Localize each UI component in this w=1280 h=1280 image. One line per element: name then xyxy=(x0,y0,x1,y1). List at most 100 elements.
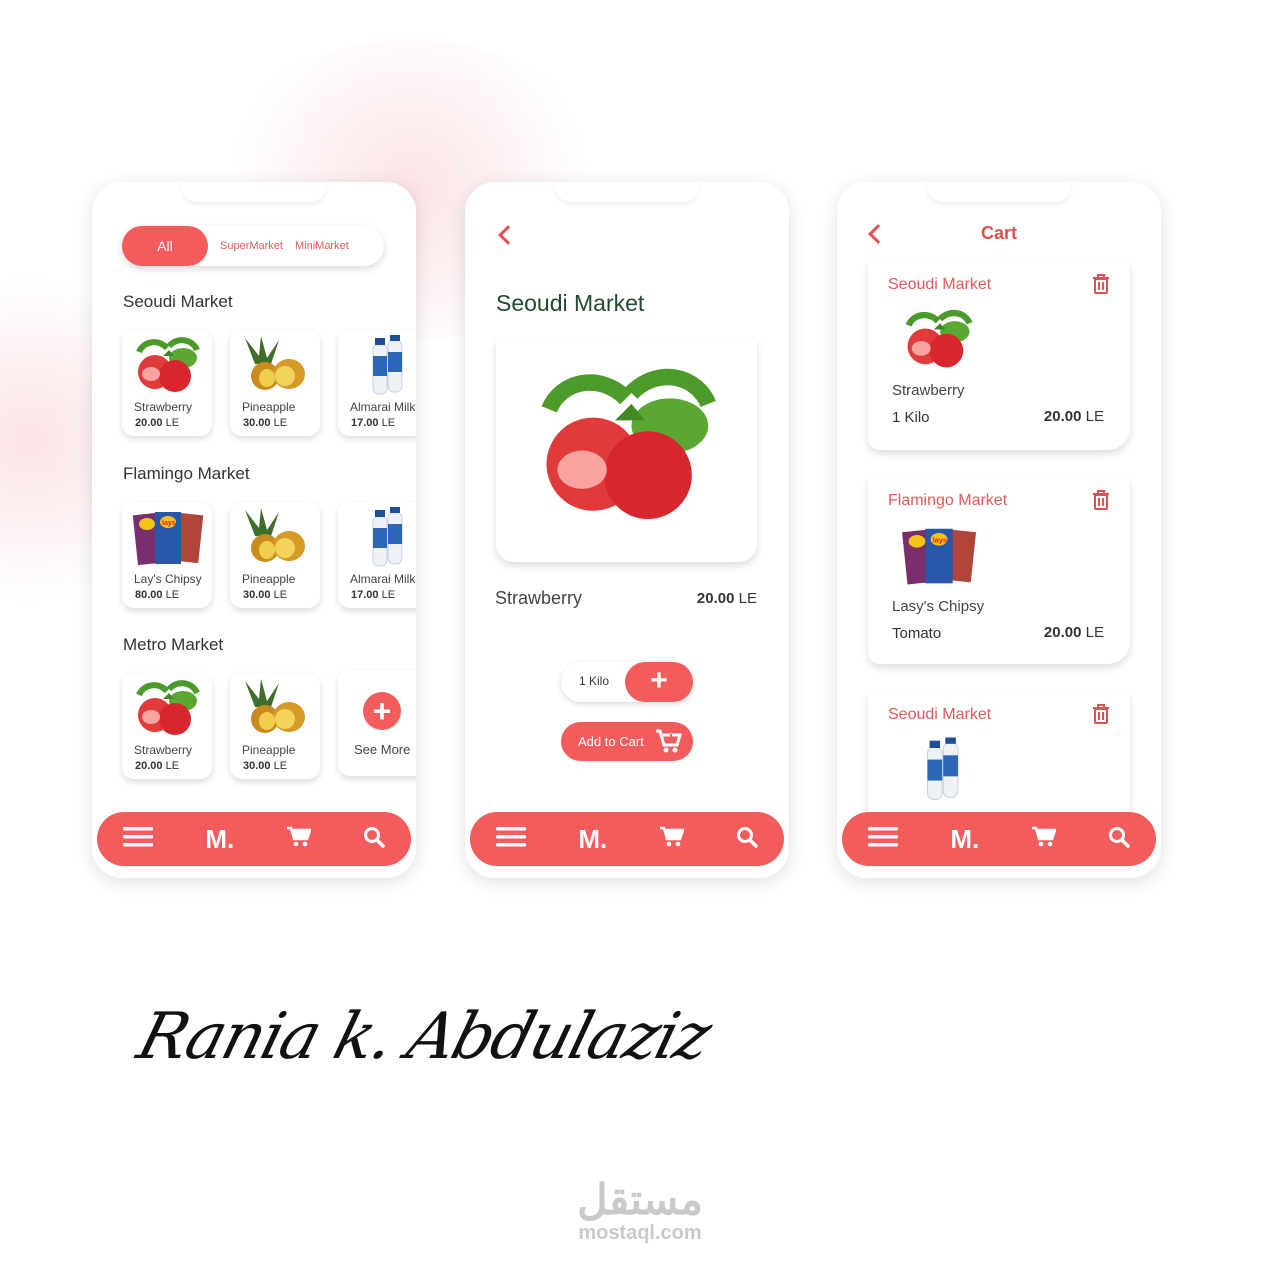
product-price: 20.00 LE xyxy=(135,417,180,429)
section-title: Flamingo Market xyxy=(123,464,250,483)
cart-item: Flamingo Market lays Lasy's Chipsy Tomato… xyxy=(868,478,1130,664)
chips-image: lays xyxy=(896,522,980,588)
signature: Rania k. Abdulaziz xyxy=(130,1000,718,1074)
cart-item-market: Seoudi Market xyxy=(888,276,992,293)
cart-item-market: Flamingo Market xyxy=(888,492,1008,509)
notch xyxy=(927,182,1071,202)
pineapple-image xyxy=(235,677,315,739)
chips-image: lays xyxy=(127,506,207,568)
watermark: مستقل mostaql.com xyxy=(540,1178,740,1245)
watermark-latin: mostaql.com xyxy=(578,1222,702,1244)
cart-screen: Cart Seoudi Market Strawberry 1 Kilo 20.… xyxy=(837,182,1161,878)
milk-image xyxy=(343,506,416,568)
trash-icon[interactable] xyxy=(1092,704,1110,729)
cart-icon[interactable] xyxy=(659,826,685,853)
cart-item: Seoudi Market xyxy=(868,692,1130,832)
product-card[interactable]: Strawberry 20.00 LE xyxy=(122,330,212,436)
product-name: Almarai Milk xyxy=(350,572,416,586)
watermark-arabic: مستقل xyxy=(577,1176,703,1223)
product-detail-screen: Seoudi Market Strawberry 20.00 LE 1 Kilo… xyxy=(465,182,789,878)
pineapple-image xyxy=(235,334,315,396)
product-price: 20.00 LE xyxy=(697,590,757,607)
trash-icon[interactable] xyxy=(1092,490,1110,515)
trash-icon[interactable] xyxy=(1092,274,1110,299)
cart-icon[interactable] xyxy=(286,826,312,853)
strawberry-image xyxy=(896,306,980,372)
cart-item-qty: Tomato xyxy=(892,625,942,642)
product-price: 30.00 LE xyxy=(243,417,288,429)
product-name: Pineapple xyxy=(242,400,296,414)
strawberry-image xyxy=(127,677,207,739)
product-card[interactable]: Pineapple 30.00 LE xyxy=(230,330,320,436)
notch xyxy=(182,182,326,202)
add-to-cart-button[interactable]: Add to Cart xyxy=(561,722,693,761)
menu-icon[interactable] xyxy=(868,826,899,853)
section-title: Metro Market xyxy=(123,635,224,654)
product-name: Strawberry xyxy=(495,588,583,608)
product-card[interactable]: Almarai Milk 17.00 LE xyxy=(338,502,416,608)
cart-item: Seoudi Market Strawberry 1 Kilo 20.00 LE xyxy=(868,262,1130,450)
product-price: 30.00 LE xyxy=(243,589,288,601)
bottom-nav: M. xyxy=(97,812,411,866)
cart-plus-icon xyxy=(655,728,683,759)
milk-image xyxy=(343,334,416,396)
product-price: 17.00 LE xyxy=(351,589,396,601)
product-image-card xyxy=(496,340,757,562)
home-logo[interactable]: M. xyxy=(950,824,979,855)
price-value: 20.00 xyxy=(696,590,735,607)
quantity-value: 1 Kilo xyxy=(579,674,610,688)
milk-image xyxy=(896,736,980,802)
product-card[interactable]: lays Lay's Chipsy 80.00 LE xyxy=(122,502,212,608)
increase-quantity-button[interactable]: + xyxy=(625,662,693,702)
cart-item-price: 20.00 LE xyxy=(1043,408,1104,425)
product-name: Pineapple xyxy=(242,572,296,586)
back-chevron-icon[interactable] xyxy=(498,225,518,245)
cart-item-name: Lasy's Chipsy xyxy=(892,598,985,615)
cart-icon[interactable] xyxy=(1031,826,1057,853)
notch xyxy=(555,182,699,202)
quantity-stepper: 1 Kilo + xyxy=(561,662,693,702)
product-card[interactable]: Pineapple 30.00 LE xyxy=(230,502,320,608)
see-more-button[interactable]: + See More xyxy=(338,670,416,776)
section-title: Seoudi Market xyxy=(123,292,233,311)
search-icon[interactable] xyxy=(736,826,758,853)
cart-item-qty: 1 Kilo xyxy=(892,409,930,426)
strawberry-image xyxy=(127,334,207,396)
menu-icon[interactable] xyxy=(496,826,527,853)
see-more-label: See More xyxy=(354,742,411,757)
plus-circle-icon: + xyxy=(363,692,401,730)
cart-item-price: 20.00 LE xyxy=(1043,624,1104,641)
bottom-nav: M. xyxy=(842,812,1156,866)
search-icon[interactable] xyxy=(1108,826,1130,853)
svg-text:lays: lays xyxy=(162,520,176,527)
home-screen: All SuperMarket MiniMarket Seoudi Market… xyxy=(92,182,416,878)
product-name: Almarai Milk xyxy=(350,400,416,414)
market-filter-tabs: All SuperMarket MiniMarket xyxy=(122,226,384,266)
cart-title: Cart xyxy=(980,223,1017,243)
strawberry-image xyxy=(511,360,741,530)
svg-text:lays: lays xyxy=(933,535,947,544)
product-price: 20.00 LE xyxy=(135,760,180,772)
tab-supermarket[interactable]: SuperMarket xyxy=(220,240,283,252)
cart-item-market: Seoudi Market xyxy=(888,706,992,723)
menu-icon[interactable] xyxy=(123,826,154,853)
product-card[interactable]: Pineapple 30.00 LE xyxy=(230,673,320,779)
cart-item-name: Strawberry xyxy=(892,382,965,399)
product-price: 80.00 LE xyxy=(135,589,180,601)
product-name: Pineapple xyxy=(242,743,296,757)
home-logo[interactable]: M. xyxy=(205,824,234,855)
product-price: 30.00 LE xyxy=(243,760,288,772)
product-name: Strawberry xyxy=(134,743,193,757)
market-title: Seoudi Market xyxy=(496,290,645,316)
product-card[interactable]: Strawberry 20.00 LE xyxy=(122,673,212,779)
add-to-cart-label: Add to Cart xyxy=(578,734,644,749)
home-logo[interactable]: M. xyxy=(578,824,607,855)
product-name: Strawberry xyxy=(134,400,193,414)
product-card[interactable]: Almarai Milk 17.00 LE xyxy=(338,330,416,436)
search-icon[interactable] xyxy=(363,826,385,853)
product-price: 17.00 LE xyxy=(351,417,396,429)
product-name: Lay's Chipsy xyxy=(134,572,202,586)
tab-all[interactable]: All xyxy=(122,226,208,266)
tab-minimarket[interactable]: MiniMarket xyxy=(295,240,349,252)
bottom-nav: M. xyxy=(470,812,784,866)
